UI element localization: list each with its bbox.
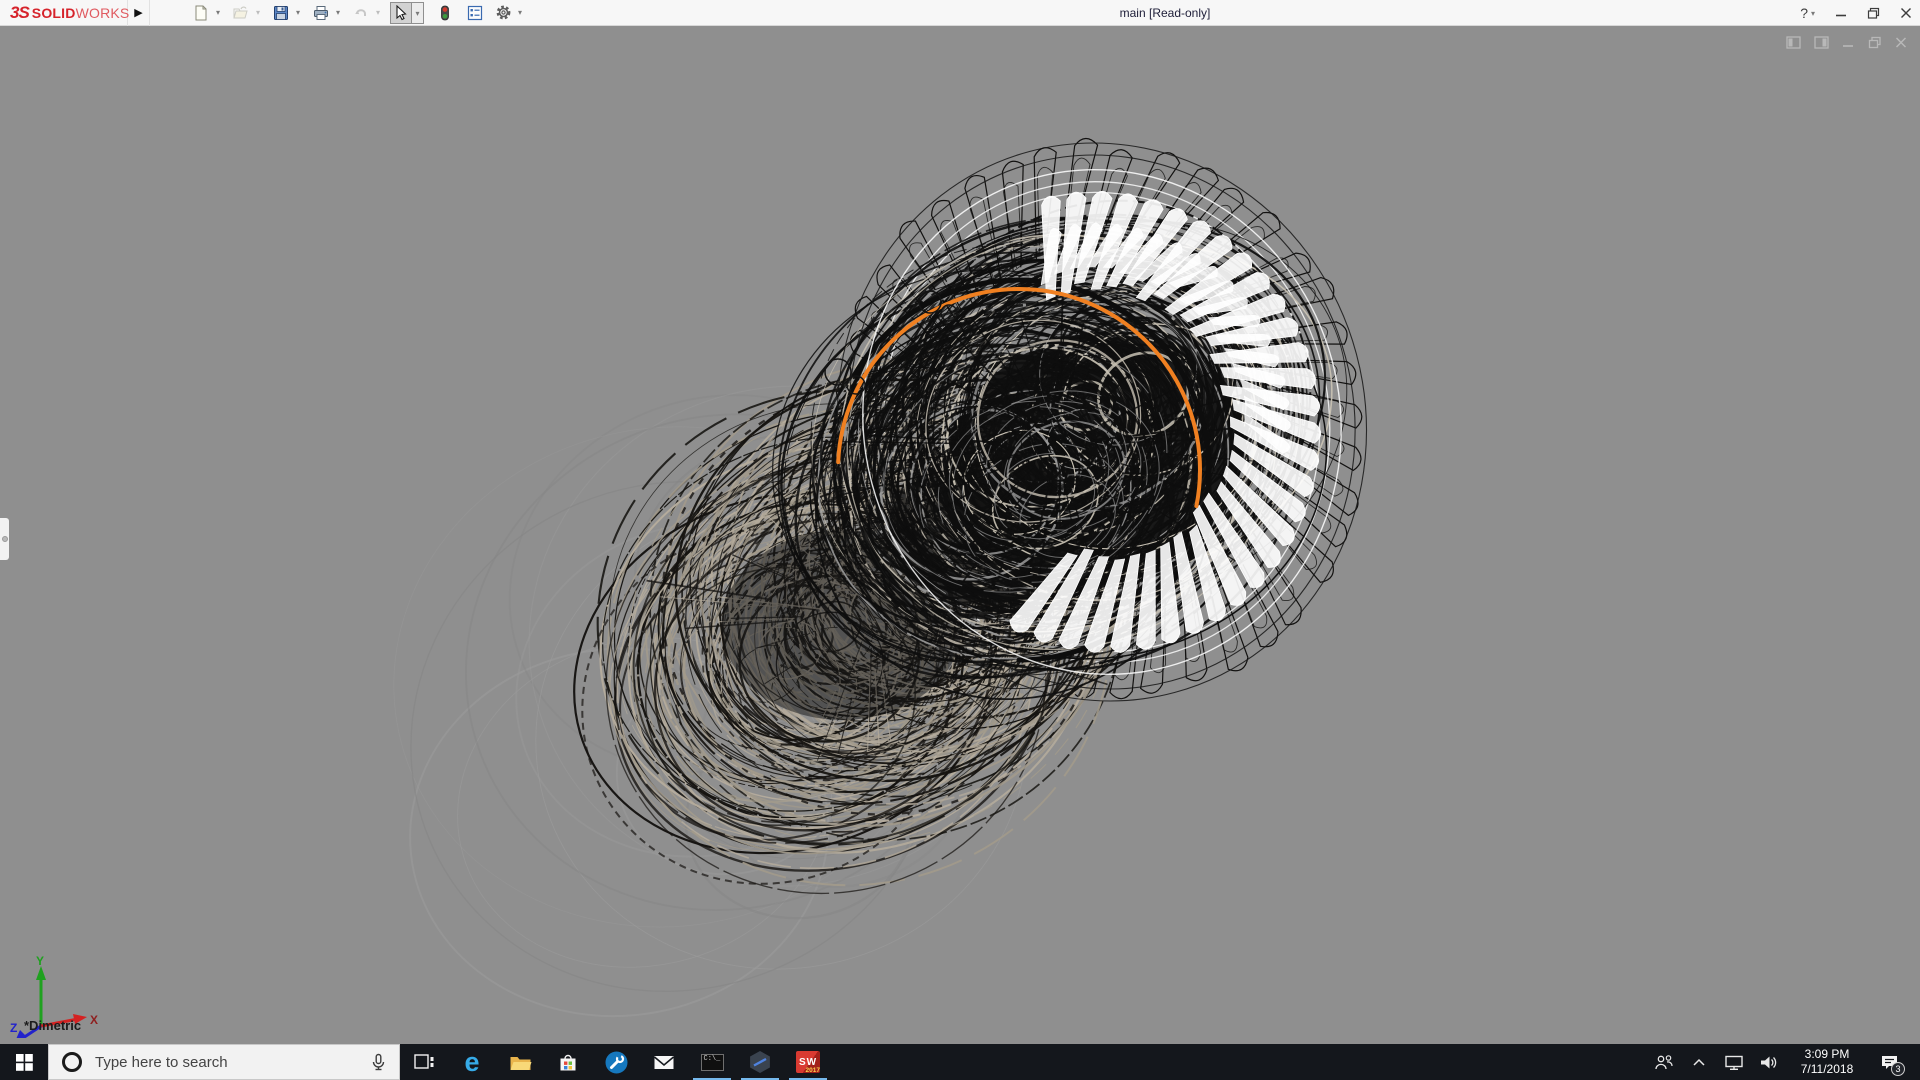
model-viewport[interactable]: Y X Z *Dimetric — [0, 26, 1920, 1044]
edge-icon: e — [464, 1046, 480, 1077]
properties-list-icon — [467, 5, 483, 20]
doc-restore-icon[interactable] — [1868, 36, 1882, 49]
options-button[interactable] — [492, 2, 514, 24]
support-tool-wrench-icon — [605, 1051, 627, 1073]
triad-x-label: X — [90, 1013, 98, 1027]
solidworks-window: 3S SOLID WORKS ▶ ▾ ▾ ▾ ▾ ▾ ▾ ▾ main [Rea… — [0, 0, 1920, 1080]
title-bar: 3S SOLID WORKS ▶ ▾ ▾ ▾ ▾ ▾ ▾ ▾ main [Rea… — [0, 0, 1920, 26]
taskbar-clock[interactable]: 3:09 PM 7/11/2018 — [1791, 1047, 1863, 1077]
help-button[interactable]: ? ▾ — [1800, 5, 1815, 21]
print-icon — [314, 5, 328, 20]
windows-logo-icon — [15, 1053, 33, 1071]
store-icon — [560, 1054, 576, 1070]
network-button[interactable] — [1721, 1044, 1747, 1080]
hexagon-app-icon — [750, 1051, 770, 1073]
speaker-icon — [1761, 1056, 1777, 1068]
taskbar-search-input[interactable]: Type here to search — [48, 1044, 400, 1080]
close-button[interactable] — [1900, 7, 1912, 19]
turbine-wireframe-model[interactable] — [0, 26, 1920, 1044]
new-document-icon — [195, 5, 207, 20]
restore-button[interactable] — [1867, 7, 1880, 19]
file-explorer-button[interactable] — [496, 1044, 544, 1080]
brand-solid: SOLID — [31, 4, 76, 21]
view-orientation-label: *Dimetric — [24, 1018, 82, 1033]
brand-works: WORKS — [75, 4, 130, 21]
mail-envelope-icon — [653, 1055, 675, 1069]
feature-panel-collapse-tab[interactable] — [0, 518, 9, 560]
minimize-button[interactable] — [1835, 7, 1847, 19]
minimize-icon — [1836, 14, 1846, 17]
solidworks-logo: 3S SOLID WORKS — [0, 0, 130, 26]
window-controls: ? ▾ — [1800, 0, 1912, 26]
doc-close-icon[interactable] — [1895, 36, 1908, 49]
store-button[interactable] — [544, 1044, 592, 1080]
action-center-button[interactable]: 3 — [1872, 1044, 1906, 1080]
triad-z-label: Z — [10, 1021, 17, 1035]
print-button[interactable] — [310, 2, 332, 24]
chevron-up-icon — [1693, 1058, 1705, 1066]
select-tool-button[interactable] — [390, 1, 412, 24]
task-view-icon — [414, 1054, 434, 1069]
undo-icon — [355, 8, 366, 16]
menu-expand-button[interactable]: ▶ — [128, 0, 150, 26]
undo-button[interactable] — [350, 2, 372, 24]
support-tool-button[interactable] — [592, 1044, 640, 1080]
collapse-panel-left-icon[interactable] — [1786, 36, 1801, 49]
network-icon — [1725, 1055, 1743, 1070]
hexagon-app-button[interactable] — [736, 1044, 784, 1080]
people-icon — [1655, 1055, 1673, 1070]
hidden-icons-button[interactable] — [1686, 1044, 1712, 1080]
window-title: main [Read-only] — [1119, 5, 1211, 20]
rebuild-button[interactable] — [434, 2, 456, 24]
system-tray: 3:09 PM 7/11/2018 3 — [1651, 1044, 1920, 1080]
options-gear-icon — [496, 5, 510, 20]
document-window-controls — [1786, 36, 1908, 49]
undo-caret[interactable]: ▾ — [372, 8, 384, 17]
triad-y-label: Y — [36, 954, 44, 968]
new-document-button[interactable] — [190, 2, 212, 24]
quick-access-toolbar: ▾ ▾ ▾ ▾ ▾ ▾ ▾ — [190, 1, 532, 24]
new-document-caret[interactable]: ▾ — [212, 8, 224, 17]
rebuild-stoplight-icon — [441, 5, 449, 20]
close-icon — [1901, 8, 1911, 18]
windows-taskbar: Type here to search e C:\_ SW 2017 3:09 … — [0, 1044, 1920, 1080]
notification-badge: 3 — [1891, 1062, 1905, 1076]
mail-button[interactable] — [640, 1044, 688, 1080]
solidworks-2017-button[interactable]: SW 2017 — [784, 1044, 832, 1080]
restore-icon — [1867, 7, 1880, 19]
save-caret[interactable]: ▾ — [292, 8, 304, 17]
panel-tab-handle-icon — [1, 536, 8, 542]
help-caret: ▾ — [1810, 8, 1815, 18]
clock-time: 3:09 PM — [1804, 1047, 1850, 1061]
options-caret[interactable]: ▾ — [514, 8, 526, 17]
volume-button[interactable] — [1756, 1044, 1782, 1080]
cortana-icon — [62, 1052, 82, 1072]
collapse-panel-right-icon[interactable] — [1814, 36, 1829, 49]
microphone-icon[interactable] — [370, 1053, 387, 1071]
open-button[interactable] — [230, 2, 252, 24]
edge-button[interactable]: e — [448, 1044, 496, 1080]
properties-button[interactable] — [464, 2, 486, 24]
dassault-3ds-logo-icon: 3S — [10, 2, 30, 22]
open-folder-icon — [233, 5, 248, 18]
open-caret[interactable]: ▾ — [252, 8, 264, 17]
command-prompt-button[interactable]: C:\_ — [688, 1044, 736, 1080]
save-floppy-icon — [274, 5, 288, 20]
select-tool-caret[interactable]: ▾ — [412, 1, 424, 24]
file-explorer-icon — [510, 1056, 531, 1070]
clock-date: 7/11/2018 — [1800, 1062, 1854, 1076]
people-button[interactable] — [1651, 1044, 1677, 1080]
doc-minimize-icon[interactable] — [1842, 36, 1855, 49]
print-caret[interactable]: ▾ — [332, 8, 344, 17]
select-cursor-icon — [396, 4, 407, 20]
solidworks-2017-icon: SW 2017 — [796, 1051, 820, 1074]
start-button[interactable] — [0, 1044, 48, 1080]
command-prompt-icon: C:\_ — [700, 1053, 724, 1071]
search-placeholder: Type here to search — [95, 1053, 228, 1071]
task-view-button[interactable] — [400, 1044, 448, 1080]
save-button[interactable] — [270, 2, 292, 24]
